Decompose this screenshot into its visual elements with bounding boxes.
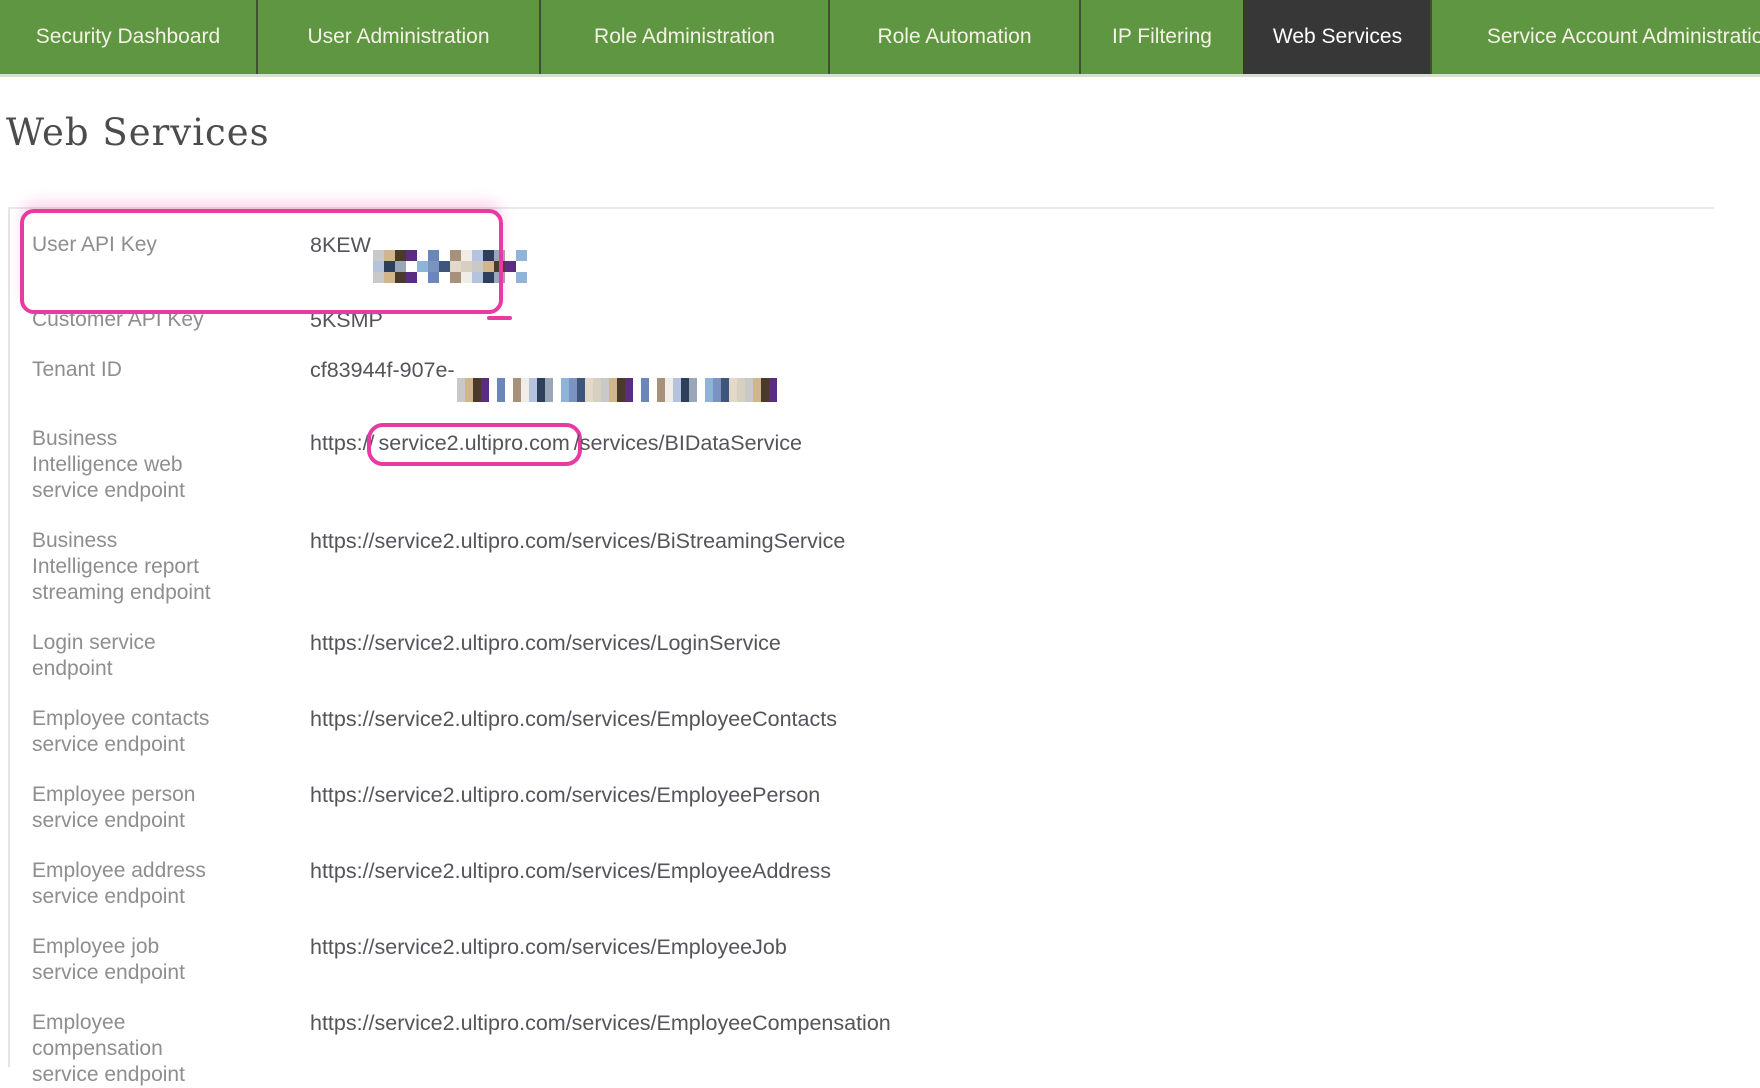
table-row: Employee address service endpoint https:…: [32, 858, 1714, 910]
table-row: Employee compensation service endpoint h…: [32, 1010, 1714, 1088]
field-value: https://service2.ultipro.com/services/Em…: [310, 782, 820, 808]
field-label: Business Intelligence web service endpoi…: [32, 427, 185, 502]
web-services-field-table: User API Key 8KEW Customer API Key 5KSMP…: [8, 207, 1714, 1086]
field-label: Login service endpoint: [32, 631, 156, 680]
value-text: https://service2.ultipro.com/services/Em…: [310, 859, 831, 883]
tab-role-automation[interactable]: Role Automation: [828, 0, 1079, 74]
field-value: https://service2.ultipro.com/services/Em…: [310, 934, 787, 960]
field-value: https://service2.ultipro.com/services/BI…: [310, 423, 802, 466]
field-label: Employee job service endpoint: [32, 935, 185, 984]
tab-web-services[interactable]: Web Services: [1243, 0, 1430, 74]
table-row: Business Intelligence report streaming e…: [32, 528, 1714, 606]
tab-label: Role Automation: [877, 25, 1032, 48]
field-label: Employee person service endpoint: [32, 783, 196, 832]
table-row: Business Intelligence web service endpoi…: [32, 423, 1714, 504]
value-text: 8KEW: [310, 233, 371, 257]
field-label: User API Key: [32, 233, 157, 256]
tab-user-administration[interactable]: User Administration: [256, 0, 539, 74]
value-text: https://service2.ultipro.com/services/Lo…: [310, 631, 781, 655]
tab-label: Service Account Administration: [1486, 25, 1760, 48]
page-title: Web Services: [6, 111, 270, 154]
value-text: https://service2.ultipro.com/services/Em…: [310, 1011, 891, 1035]
field-label: Business Intelligence report streaming e…: [32, 529, 211, 604]
field-value: https://service2.ultipro.com/services/Em…: [310, 1010, 891, 1036]
field-label: Employee compensation service endpoint: [32, 1011, 185, 1086]
field-label: Employee contacts service endpoint: [32, 707, 210, 756]
annotation-circle-domain: service2.ultipro.com: [366, 423, 582, 466]
field-label: Tenant ID: [32, 358, 122, 381]
security-tab-bar: Security Dashboard User Administration R…: [0, 0, 1760, 77]
tab-label: Security Dashboard: [35, 25, 221, 48]
field-value: 8KEW: [310, 232, 527, 283]
value-text: https://service2.ultipro.com/services/Em…: [310, 935, 787, 959]
tab-ip-filtering[interactable]: IP Filtering: [1079, 0, 1243, 74]
tab-label: Role Administration: [594, 25, 775, 48]
tab-security-dashboard[interactable]: Security Dashboard: [0, 0, 256, 74]
table-row: Customer API Key 5KSMP: [32, 307, 1714, 333]
field-value: https://service2.ultipro.com/services/Bi…: [310, 528, 845, 554]
url-text: https://: [310, 431, 375, 455]
tab-role-administration[interactable]: Role Administration: [539, 0, 828, 74]
field-label: Employee address service endpoint: [32, 859, 206, 908]
field-value: 5KSMP: [310, 307, 383, 333]
table-row: Tenant ID cf83944f-907e-: [32, 357, 1714, 402]
tab-label: IP Filtering: [1112, 25, 1212, 48]
field-value: https://service2.ultipro.com/services/Lo…: [310, 630, 781, 656]
tab-service-account-administration[interactable]: Service Account Administration: [1430, 0, 1760, 74]
table-row: Employee contacts service endpoint https…: [32, 706, 1714, 758]
value-text: https://service2.ultipro.com/services/Bi…: [310, 529, 846, 553]
value-text: https://service2.ultipro.com/services/Em…: [310, 707, 837, 731]
field-value: https://service2.ultipro.com/services/Em…: [310, 706, 837, 732]
redacted-value: [456, 378, 785, 402]
table-row: Login service endpoint https://service2.…: [32, 630, 1714, 682]
value-text: cf83944f-907e-: [310, 358, 455, 382]
redacted-value: [372, 250, 527, 283]
value-text: https://service2.ultipro.com/services/Em…: [310, 783, 821, 807]
table-row: Employee person service endpoint https:/…: [32, 782, 1714, 834]
table-row: User API Key 8KEW: [32, 232, 1714, 283]
field-label: Customer API Key: [32, 308, 204, 331]
table-row: Employee job service endpoint https://se…: [32, 934, 1714, 986]
url-text: /services/BIDataService: [573, 431, 802, 455]
tab-label: User Administration: [307, 25, 490, 48]
field-value: cf83944f-907e-: [310, 357, 785, 402]
tab-label: Web Services: [1272, 25, 1403, 48]
value-text: 5KSMP: [310, 308, 383, 332]
field-value: https://service2.ultipro.com/services/Em…: [310, 858, 831, 884]
